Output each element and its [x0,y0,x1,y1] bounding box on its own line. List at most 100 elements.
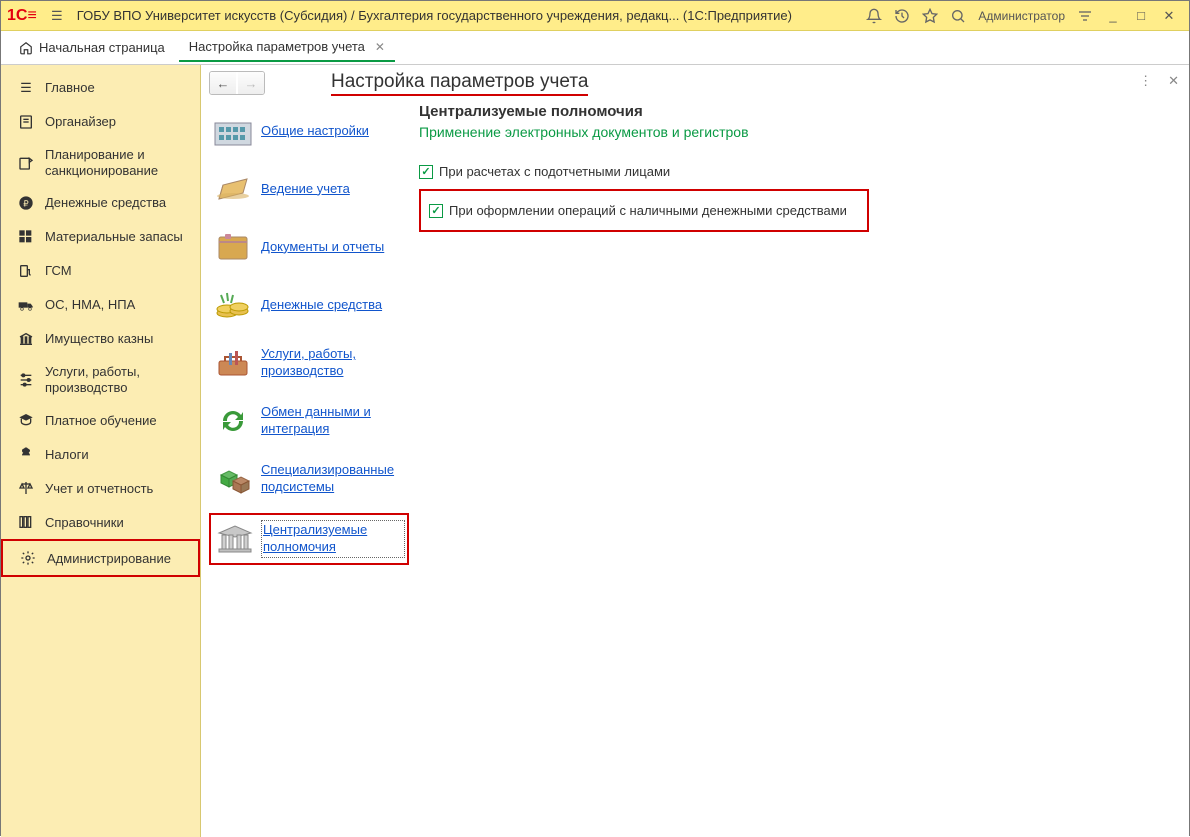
sidebar-item-paid-edu[interactable]: Платное обучение [1,403,200,437]
sidebar-item-directories[interactable]: Справочники [1,505,200,539]
sidebar-item-assets[interactable]: ОС, НМА, НПА [1,288,200,322]
scale-icon [17,479,35,497]
sidebar: ☰ Главное Органайзер Планирование и санкц… [1,65,201,837]
home-icon [19,41,33,55]
maximize-icon[interactable]: □ [1129,4,1153,28]
sidebar-label: Органайзер [45,114,116,130]
settings-nav-label: Централизуемые полномочия [263,522,403,556]
sidebar-item-main[interactable]: ☰ Главное [1,71,200,105]
settings-nav-exchange[interactable]: Обмен данными и интеграция [209,397,409,445]
pane-title: Централизуемые полномочия [419,103,1171,120]
tab-home-label: Начальная страница [39,40,165,55]
sidebar-label: Платное обучение [45,413,157,429]
sidebar-label: Главное [45,80,95,96]
settings-nav-general[interactable]: Общие настройки [209,107,409,155]
page-title: Настройка параметров учета [331,71,588,96]
folder-icon [213,229,253,265]
settings-nav-label: Общие настройки [261,123,369,140]
history-icon[interactable] [890,4,914,28]
sidebar-item-admin[interactable]: Администрирование [1,539,200,577]
settings-nav-label: Специализированные подсистемы [261,462,405,496]
truck-icon [17,296,35,314]
settings-pane: Централизуемые полномочия Применение эле… [409,101,1181,575]
sidebar-label: Денежные средства [45,195,166,211]
boxes-icon [17,228,35,246]
checkbox-settlements[interactable]: ✓ При расчетах с подотчетными лицами [419,160,1171,183]
workspace: ☰ Главное Органайзер Планирование и санкц… [1,65,1189,837]
sidebar-label: Услуги, работы, производство [45,364,190,395]
search-icon[interactable] [946,4,970,28]
cubes-icon [213,461,253,497]
sidebar-item-money[interactable]: ₽ Денежные средства [1,186,200,220]
sidebar-item-planning[interactable]: Планирование и санкционирование [1,139,200,186]
sidebar-label: ОС, НМА, НПА [45,297,135,313]
sidebar-label: Налоги [45,447,89,463]
minimize-icon[interactable]: _ [1101,4,1125,28]
graduation-icon [17,411,35,429]
titlebar: 1C≡ ☰ ГОБУ ВПО Университет искусств (Суб… [1,1,1189,31]
checkbox-label: При расчетах с подотчетными лицами [439,164,670,179]
settings-nav-money[interactable]: Денежные средства [209,281,409,329]
close-window-icon[interactable]: ✕ [1157,4,1181,28]
bell-icon[interactable] [862,4,886,28]
bank-icon [17,330,35,348]
sidebar-item-treasury[interactable]: Имущество казны [1,322,200,356]
gear-icon [19,549,37,567]
checkbox-label: При оформлении операций с наличными дене… [449,203,847,218]
settings-nav-centralized[interactable]: Централизуемые полномочия [209,513,409,565]
ruble-icon: ₽ [17,194,35,212]
settings-nav-accounting[interactable]: Ведение учета [209,165,409,213]
sidebar-item-materials[interactable]: Материальные запасы [1,220,200,254]
sidebar-label: Справочники [45,515,124,531]
star-icon[interactable] [918,4,942,28]
sidebar-label: ГСМ [45,263,72,279]
sidebar-item-reporting[interactable]: Учет и отчетность [1,471,200,505]
sidebar-label: Планирование и санкционирование [45,147,190,178]
app-title: ГОБУ ВПО Университет искусств (Субсидия)… [71,8,861,23]
plan-icon [17,154,35,172]
tab-close-icon[interactable]: ✕ [375,40,385,54]
sidebar-item-fuel[interactable]: ГСМ [1,254,200,288]
settings-nav-label: Документы и отчеты [261,239,384,256]
content-body: Общие настройки Ведение учета Документы … [201,101,1189,575]
checkbox-checked-icon: ✓ [429,204,443,218]
sidebar-label: Имущество казны [45,331,153,347]
sidebar-label: Учет и отчетность [45,481,153,497]
fuel-icon [17,262,35,280]
settings-nav-subsystems[interactable]: Специализированные подсистемы [209,455,409,503]
menu-icon[interactable]: ☰ [45,4,69,28]
sidebar-label: Администрирование [47,551,171,567]
user-label[interactable]: Администратор [972,9,1071,23]
svg-text:₽: ₽ [23,199,29,209]
nav-forward-button[interactable]: → [238,72,264,94]
sidebar-item-organizer[interactable]: Органайзер [1,105,200,139]
settings-nav-services[interactable]: Услуги, работы, производство [209,339,409,387]
sidebar-item-taxes[interactable]: Налоги [1,437,200,471]
checkbox-cash-ops[interactable]: ✓ При оформлении операций с наличными де… [419,189,869,232]
content-header: ← → Настройка параметров учета ⋮ ✕ [201,65,1189,101]
tab-active[interactable]: Настройка параметров учета ✕ [179,34,395,62]
tabs-row: Начальная страница Настройка параметров … [1,31,1189,65]
settings-lines-icon[interactable] [1073,4,1097,28]
columns-icon [215,521,255,557]
doc-icon [17,113,35,131]
settings-nav-label: Ведение учета [261,181,350,198]
checkbox-checked-icon: ✓ [419,165,433,179]
settings-nav-label: Услуги, работы, производство [261,346,405,380]
content: ← → Настройка параметров учета ⋮ ✕ Общие… [201,65,1189,837]
more-icon[interactable]: ⋮ [1139,73,1152,89]
emblem-icon [17,445,35,463]
coins-icon [213,287,253,323]
tab-active-label: Настройка параметров учета [189,39,365,54]
building-icon [213,113,253,149]
settings-nav-docs[interactable]: Документы и отчеты [209,223,409,271]
books-icon [17,513,35,531]
sidebar-item-services[interactable]: Услуги, работы, производство [1,356,200,403]
tab-home[interactable]: Начальная страница [9,34,175,62]
nav-back-button[interactable]: ← [210,72,236,94]
close-page-icon[interactable]: ✕ [1168,73,1179,89]
nav-buttons: ← → [209,71,265,95]
pane-subtitle: Применение электронных документов и реги… [419,124,1171,140]
list-icon: ☰ [17,79,35,97]
book-icon [213,171,253,207]
